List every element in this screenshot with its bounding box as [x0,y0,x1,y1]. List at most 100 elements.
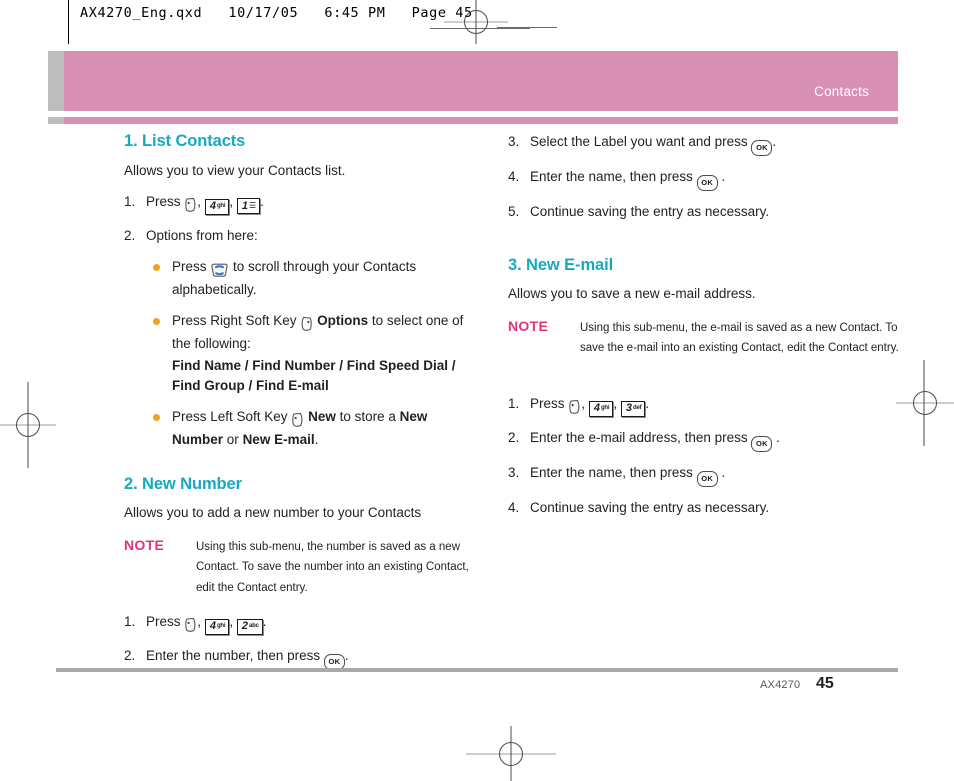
header-gray-tab [48,51,64,111]
reg-vline [923,360,925,446]
registration-mark-left [0,382,56,468]
step-end: . [645,395,650,411]
bullet-text-cont: or [226,432,239,448]
left-column: 1. List Contacts Allows you to view your… [124,132,476,681]
options-bullet-list: Press to scroll through your Contacts al… [150,257,476,451]
step-number: 4. [508,169,520,184]
step-item: 3. Enter the name, then press OK . [508,463,900,487]
step-text: Press [530,395,565,411]
step-sep: , [229,194,234,210]
bullet-text: Press Right Soft Key [172,313,297,329]
section-heading-list-contacts: 1. List Contacts [124,132,246,150]
step-end: . [776,429,780,445]
key-symbol: ☰ [249,201,257,211]
right-column: 3. Select the Label you want and press O… [508,132,900,528]
note-label: NOTE [508,317,549,334]
step-item: 1. Press , 4ghi, 1☰. [124,192,476,216]
step-text: Press [146,614,181,629]
note-block-new-email: NOTE Using this sub-menu, the e-mail is … [508,318,900,370]
step-text: Enter the number, then press [146,648,321,663]
reg-vline [475,0,477,44]
ok-key-icon: OK [696,470,718,487]
step-end: . [721,464,726,480]
step-number: 2. [508,429,520,445]
bullet-text: Press [172,258,207,274]
keypad-key-4: 4ghi [204,199,230,216]
ok-key-icon: OK [751,140,773,156]
left-soft-key-icon [184,195,197,215]
steps-list-contacts: 1. Press , 4ghi, 1☰. 2. Options from her… [124,192,476,246]
step-text: Continue saving the entry as necessary. [530,499,770,515]
key-digit: 1 [241,200,248,213]
steps-new-number: 1. Press , 4ghi, 2abc. 2. Enter the numb… [124,612,476,670]
registration-mark-bottom [466,726,556,781]
key-letters: abc [249,623,259,629]
step-end: . [260,194,264,210]
bullet-dot-icon [153,318,160,326]
footer-page-number: 45 [816,675,834,692]
step-item: 1. Press , 4ghi, 2abc. [124,612,476,635]
step-text: Enter the name, then press [530,169,693,184]
bullet-item: Press to scroll through your Contacts al… [150,257,476,301]
section-intro-list-contacts: Allows you to view your Contacts list. [124,162,346,178]
note-body: Using this sub-menu, the number is saved… [196,540,469,594]
ok-key-icon: OK [751,435,773,452]
note-body: Using this sub-menu, the e-mail is saved… [580,321,899,355]
options-values: Find Name / Find Number / Find Speed Dia… [172,357,456,393]
step-sep: , [581,395,586,411]
bullet-bold-term: New [308,409,336,425]
step-sep: , [229,614,234,629]
right-soft-key-icon [300,314,313,334]
navigation-key-icon [210,260,229,280]
section-heading-new-email: 3. New E-mail [508,255,614,274]
step-text: Press [146,194,181,210]
step-end: . [344,648,349,663]
key-digit: 4 [593,401,600,414]
ok-key-icon: OK [696,175,718,191]
section-intro-new-number: Allows you to add a new number to your C… [124,505,422,521]
step-sep: , [613,395,618,411]
bullet-text-cont: to store a [339,409,396,425]
reg-vline [510,726,512,781]
key-digit: 3 [625,401,632,414]
footer-model-name: AX4270 [760,679,801,691]
keypad-key-2: 2abc [236,619,263,635]
step-sep: , [197,614,202,629]
step-end: . [262,614,267,629]
key-letters: ghi [600,404,610,411]
step-item: 1. Press , 4ghi, 3def. [508,394,900,417]
step-item: 2. Options from here: [124,226,476,246]
section-heading-new-number: 2. New Number [124,474,242,493]
reg-circle [913,391,937,415]
step-item: 5. Continue saving the entry as necessar… [508,202,900,222]
step-number: 1. [124,194,136,210]
bullet-bold-term: Options [317,313,369,329]
keypad-key-1: 1☰ [236,198,261,215]
step-text: Continue saving the entry as necessary. [530,204,770,219]
reg-vline [27,382,29,468]
header-rule-gray [48,117,64,124]
step-number: 3. [508,464,520,480]
steps-new-number-continued: 3. Select the Label you want and press O… [508,132,900,222]
key-digit: 2 [241,620,248,632]
step-number: 4. [508,499,520,515]
section-intro-new-email: Allows you to save a new e-mail address. [508,286,756,302]
footer-rule [56,668,898,672]
key-digit: 4 [209,200,216,213]
bullet-end: . [314,432,319,448]
bullet-bold-term: New E-mail [242,432,315,448]
step-number: 1. [124,614,136,629]
step-text: Options from here: [146,228,258,244]
step-number: 2. [124,648,136,663]
prepress-vertical-rule [68,0,69,44]
step-item: 4. Continue saving the entry as necessar… [508,498,900,518]
keypad-key-4: 4ghi [588,400,614,417]
step-end: . [772,134,777,149]
step-number: 1. [508,395,520,411]
left-soft-key-icon [568,397,581,417]
page-header-band [64,51,898,111]
step-number: 3. [508,134,520,149]
registration-mark-top [444,0,508,44]
registration-mark-right [896,360,954,446]
step-number: 2. [124,228,136,244]
